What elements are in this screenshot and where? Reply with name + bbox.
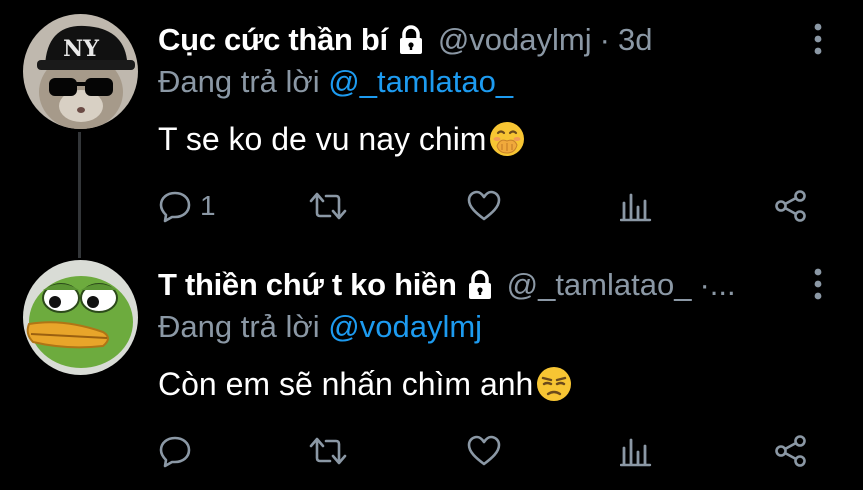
tweet-actions [0, 430, 863, 472]
tweet[interactable]: T thiền chứ t ko hiền @_tamlatao_ ·... Đ… [0, 245, 863, 490]
heart-icon [467, 435, 501, 466]
lock-icon [468, 270, 491, 299]
retweet-icon [309, 437, 347, 465]
display-name[interactable]: T thiền chứ t ko hiền [158, 267, 457, 303]
handle[interactable]: @_tamlatao_ [507, 267, 692, 303]
analytics-icon [620, 438, 652, 467]
heart-icon [467, 190, 501, 221]
svg-text:NY: NY [63, 36, 99, 62]
like-button[interactable] [466, 185, 502, 227]
unamused-face-icon [537, 367, 572, 401]
share-icon [775, 435, 806, 467]
display-name[interactable]: Cục cức thần bí [158, 22, 388, 58]
more-options-icon[interactable] [811, 267, 825, 301]
handle[interactable]: @vodaylmj [438, 22, 592, 58]
tweet-text: T se ko de vu nay chim [158, 120, 526, 158]
pepe-frog-avatar-icon [23, 260, 138, 375]
replying-to-label: Đang trả lời [158, 64, 320, 99]
retweet-button[interactable] [308, 430, 348, 472]
replying-to: Đang trả lời @_tamlatao_ [158, 64, 513, 100]
replying-to-label: Đang trả lời [158, 309, 320, 344]
avatar[interactable] [23, 260, 138, 375]
share-button[interactable] [774, 430, 808, 472]
reply-mention-link[interactable]: @_tamlatao_ [328, 64, 513, 99]
share-button[interactable] [774, 185, 808, 227]
analytics-icon [620, 193, 652, 222]
cat-avatar-icon: NY [23, 14, 138, 129]
more-options-icon[interactable] [811, 22, 825, 56]
separator: ·... [699, 267, 736, 302]
timestamp[interactable]: 3d [618, 22, 652, 58]
analytics-button[interactable] [620, 185, 652, 227]
retweet-button[interactable] [308, 185, 348, 227]
face-with-hand-over-mouth-icon [490, 122, 525, 156]
tweet-body: T se ko de vu nay chim [158, 120, 487, 157]
analytics-button[interactable] [620, 430, 652, 472]
share-icon [775, 190, 806, 222]
replying-to: Đang trả lời @vodaylmj [158, 309, 482, 345]
reply-count: 1 [200, 190, 216, 221]
reply-mention-link[interactable]: @vodaylmj [328, 309, 482, 344]
retweet-icon [309, 192, 347, 220]
separator: · [599, 22, 610, 57]
reply-icon [159, 191, 191, 223]
avatar[interactable]: NY [23, 14, 138, 129]
like-button[interactable] [466, 430, 502, 472]
tweet-header: T thiền chứ t ko hiền @_tamlatao_ ·... [158, 265, 744, 305]
tweet[interactable]: NY Cục cức thần bí @vodaylmj · 3d Đang t… [0, 0, 863, 258]
tweet-body: Còn em sẽ nhấn chìm anh [158, 365, 534, 402]
reply-button[interactable] [158, 430, 200, 472]
tweet-text: Còn em sẽ nhấn chìm anh [158, 365, 573, 403]
tweet-actions: 1 [0, 185, 863, 227]
reply-button[interactable]: 1 [158, 185, 216, 227]
lock-icon [399, 25, 422, 54]
tweet-header: Cục cức thần bí @vodaylmj · 3d [158, 20, 652, 60]
reply-icon [159, 436, 191, 468]
